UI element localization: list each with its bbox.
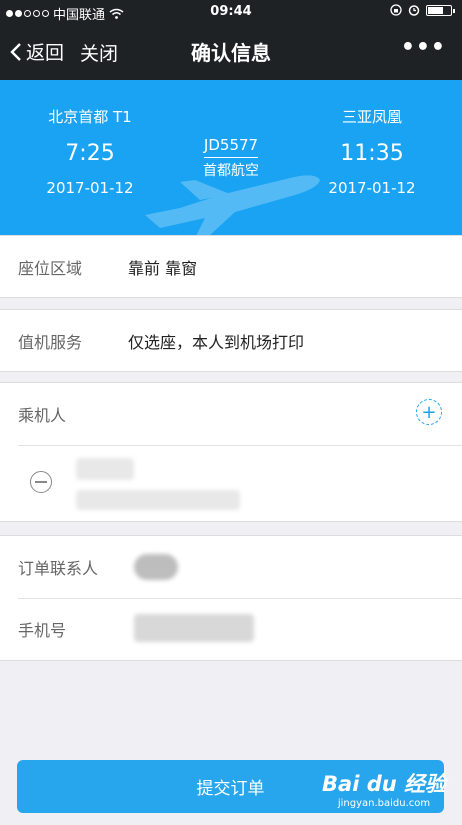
arrival-airport: 三亚凤凰 bbox=[341, 108, 402, 126]
arrival-time: 11:35 bbox=[340, 141, 404, 166]
contact-name-row[interactable]: 订单联系人 bbox=[0, 536, 462, 598]
alarm-icon bbox=[408, 5, 420, 16]
watermark-url: jingyan.baidu.com bbox=[337, 798, 431, 809]
baidu-watermark-logo: Bai du 经验 jingyan.baidu.com bbox=[322, 768, 446, 809]
checkin-value: 仅选座，本人到机场打印 bbox=[128, 332, 305, 352]
more-options-button[interactable]: ••• bbox=[401, 35, 446, 60]
plus-circle-icon[interactable]: + bbox=[416, 399, 442, 425]
seat-row[interactable]: 座位区域 靠前 靠窗 bbox=[0, 236, 462, 297]
passenger-id-redacted bbox=[76, 490, 240, 510]
nav-bar: 返回 关闭 确认信息 ••• bbox=[0, 24, 462, 80]
checkin-row[interactable]: 值机服务 仅选座，本人到机场打印 bbox=[0, 310, 462, 371]
contact-name-label: 订单联系人 bbox=[18, 559, 99, 578]
flight-number: JD5577 bbox=[203, 136, 259, 158]
passenger-section: 乘机人 + bbox=[0, 382, 462, 522]
flight-info: JD5577 首都航空 bbox=[160, 136, 302, 180]
contact-name-redacted bbox=[134, 554, 178, 580]
departure-airport: 北京首都 T1 bbox=[48, 108, 132, 126]
contact-section: 订单联系人 手机号 bbox=[0, 535, 462, 661]
phone-label: 手机号 bbox=[18, 621, 67, 640]
phone-redacted bbox=[134, 614, 254, 642]
departure-time: 7:25 bbox=[65, 141, 115, 166]
checkin-label: 值机服务 bbox=[18, 332, 83, 352]
airline-name: 首都航空 bbox=[203, 163, 259, 179]
seat-label: 座位区域 bbox=[18, 258, 83, 278]
departure-date: 2017-01-12 bbox=[46, 179, 134, 197]
passenger-header: 乘机人 + bbox=[0, 383, 462, 445]
battery-icon bbox=[426, 4, 455, 16]
seat-value: 靠前 靠窗 bbox=[128, 258, 198, 278]
departure-info: 北京首都 T1 7:25 2017-01-12 bbox=[20, 106, 160, 197]
passenger-name-redacted bbox=[76, 458, 134, 480]
passenger-item[interactable] bbox=[0, 446, 462, 522]
passenger-label: 乘机人 bbox=[18, 406, 67, 425]
flight-summary: 北京首都 T1 7:25 2017-01-12 JD5577 首都航空 三亚凤凰… bbox=[0, 80, 462, 235]
checkin-section: 值机服务 仅选座，本人到机场打印 bbox=[0, 309, 462, 372]
orientation-lock-icon bbox=[390, 4, 402, 16]
arrival-info: 三亚凤凰 11:35 2017-01-12 bbox=[302, 106, 442, 197]
status-right bbox=[390, 4, 455, 16]
page-title: 确认信息 bbox=[191, 41, 271, 65]
arrival-date: 2017-01-12 bbox=[328, 179, 416, 197]
status-bar: 中国联通 09:44 bbox=[0, 0, 462, 24]
contact-phone-row[interactable]: 手机号 bbox=[0, 598, 462, 660]
seat-section: 座位区域 靠前 靠窗 bbox=[0, 235, 462, 298]
minus-circle-icon[interactable] bbox=[30, 471, 52, 493]
watermark-brand: Bai du 经验 bbox=[322, 772, 446, 796]
